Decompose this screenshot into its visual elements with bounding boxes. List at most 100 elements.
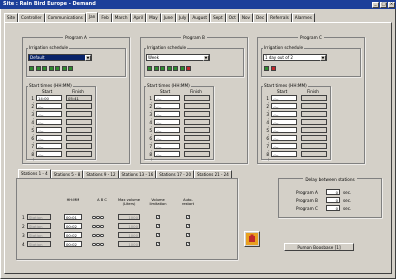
program-a-schedule-select[interactable]: Default ▼ [28,54,92,61]
program-c-day-toggle[interactable] [270,66,276,71]
auto-restart-checkbox[interactable]: ✓ [186,242,190,246]
start-time-input[interactable]: -:-- [154,95,180,101]
delay-input[interactable]: 0 [326,197,340,203]
start-time-input[interactable]: -:-- [271,111,297,117]
tab-dec[interactable]: Dec [253,13,268,22]
maximize-button[interactable]: □ [380,1,387,8]
tab-sept[interactable]: Sept [210,13,226,22]
tab-may[interactable]: May [146,13,161,22]
auto-restart-checkbox[interactable]: ✓ [186,215,190,219]
tab-alarmes[interactable]: Alarmes [291,13,315,22]
tab-august[interactable]: August [189,13,211,22]
start-time-input[interactable]: -:-- [36,103,62,109]
station-runtime-input[interactable]: 00:02 [64,223,82,229]
start-time-input[interactable]: -:-- [36,111,62,117]
station-runtime-input[interactable]: 00:02 [64,241,82,247]
start-time-input[interactable]: -:-- [154,151,180,157]
program-b-schedule-select[interactable]: Week ▼ [146,54,210,61]
program-radios[interactable] [92,233,104,238]
program-b-day-toggle[interactable] [179,66,185,71]
tab-april[interactable]: April [130,13,147,22]
program-c-radio[interactable] [100,242,104,246]
start-time-input[interactable]: 14:00 [36,95,62,101]
program-c-day-toggle[interactable] [264,66,269,71]
volume-limitation-checkbox[interactable]: ✓ [156,233,160,237]
tab-july[interactable]: July [175,13,190,22]
start-time-input[interactable]: -:-- [271,143,297,149]
station-tab[interactable]: Stations 21 - 24 [194,170,232,178]
start-time-input[interactable]: -:-- [271,151,297,157]
program-a-radio[interactable] [92,215,96,219]
start-time-input[interactable]: -:-- [36,143,62,149]
tab-controller[interactable]: Controller [18,13,45,22]
station-tab[interactable]: Stations 13 - 16 [118,170,157,178]
tab-referrals[interactable]: Referrals [267,13,292,22]
program-a-day-toggle[interactable] [48,66,54,71]
program-a-radio[interactable] [92,224,96,228]
station-tab[interactable]: Stations 5 - 8 [50,170,84,178]
auto-restart-checkbox[interactable]: ✓ [186,233,190,237]
start-time-input[interactable]: -:-- [154,111,180,117]
station-tab[interactable]: Stations 1 - 4 [18,169,51,178]
program-c-radio[interactable] [100,233,104,237]
program-b-radio[interactable] [96,215,100,219]
program-b-day-toggle[interactable] [186,66,191,71]
station-tab[interactable]: Stations 9 - 12 [83,170,119,178]
program-c-schedule-select[interactable]: 1 day out of 2 ▼ [263,54,327,61]
start-time-input[interactable]: -:-- [271,135,297,141]
start-time-input[interactable]: -:-- [36,119,62,125]
start-time-input[interactable]: -:-- [271,119,297,125]
start-time-input[interactable]: -:-- [154,119,180,125]
tab-oct[interactable]: Oct [225,13,239,22]
program-b-radio[interactable] [96,242,100,246]
tab-june[interactable]: June [160,13,176,22]
program-a-day-toggle[interactable] [35,66,41,71]
start-time-input[interactable]: -:-- [154,143,180,149]
program-b-day-toggle[interactable] [166,66,172,71]
start-time-input[interactable]: -:-- [154,135,180,141]
start-time-input[interactable]: -:-- [36,135,62,141]
program-b-day-toggle[interactable] [153,66,159,71]
program-a-radio[interactable] [92,242,96,246]
tab-jan[interactable]: Jan [85,12,99,22]
program-radios[interactable] [92,242,104,247]
program-a-day-toggle[interactable] [61,66,67,71]
start-time-input[interactable]: -:-- [271,103,297,109]
program-b-radio[interactable] [96,224,100,228]
program-b-day-toggle[interactable] [173,66,178,71]
pump-button[interactable]: Pumon Boosbase [1] [284,243,354,251]
start-time-input[interactable]: -:-- [271,127,297,133]
start-time-input[interactable]: -:-- [154,103,180,109]
program-radios[interactable] [92,224,104,229]
tab-communications[interactable]: Communications [44,13,86,22]
start-time-input[interactable]: -:-- [36,127,62,133]
program-c-radio[interactable] [100,215,104,219]
volume-limitation-checkbox[interactable]: ✓ [156,224,160,228]
volume-limitation-checkbox[interactable]: ✓ [156,242,160,246]
program-a-day-toggle[interactable] [29,66,34,71]
program-c-radio[interactable] [100,224,104,228]
tab-march[interactable]: March [111,13,131,22]
station-runtime-input[interactable]: 00:01 [64,214,82,220]
program-b-day-toggle[interactable] [160,66,165,71]
close-button[interactable]: × [388,1,395,8]
program-b-day-toggle[interactable] [147,66,152,71]
delay-input[interactable]: 0 [326,189,340,195]
start-time-input[interactable]: -:-- [154,127,180,133]
program-a-radio[interactable] [92,233,96,237]
program-b-radio[interactable] [96,233,100,237]
tab-nov[interactable]: Nov [238,13,254,22]
program-a-day-toggle[interactable] [68,66,73,71]
auto-restart-checkbox[interactable]: ✓ [186,224,190,228]
tab-site[interactable]: Site [4,13,19,22]
tab-feb[interactable]: Feb [98,13,112,22]
start-time-input[interactable]: -:-- [36,151,62,157]
station-tab[interactable]: Stations 17 - 20 [156,170,195,178]
program-a-day-toggle[interactable] [55,66,60,71]
volume-limitation-checkbox[interactable]: ✓ [156,215,160,219]
program-radios[interactable] [92,215,104,220]
program-a-day-toggle[interactable] [42,66,47,71]
start-time-input[interactable]: -:-- [271,95,297,101]
minimize-button[interactable]: _ [372,1,379,8]
delay-input[interactable]: 0 [326,205,340,211]
